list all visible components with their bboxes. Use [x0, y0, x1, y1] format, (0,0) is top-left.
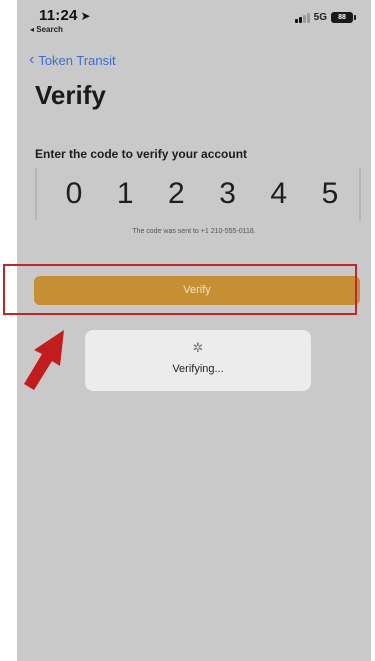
spinner-icon: ✲ — [192, 340, 204, 355]
status-time-text: 11:24 — [39, 7, 78, 24]
code-digit: 5 — [321, 177, 339, 210]
signal-icon — [294, 12, 310, 23]
code-digit: 4 — [270, 177, 288, 210]
nav-back-label: Token Transit — [38, 52, 116, 68]
network-type: 5G — [313, 12, 327, 23]
code-digit: 2 — [168, 177, 185, 210]
toast-text: Verifying... — [172, 363, 224, 375]
status-time: 11:24 ➤ — [39, 7, 91, 24]
page-title: Verify — [35, 80, 106, 110]
instructions-text: Enter the code to verify your account — [35, 147, 248, 161]
code-digit: 3 — [219, 177, 236, 210]
location-arrow-icon: ➤ — [80, 9, 91, 23]
code-sent-note: The code was sent to +1 210-555-0118. — [132, 228, 256, 235]
battery-icon: 88 — [331, 12, 356, 23]
code-digit: 0 — [65, 177, 83, 210]
verifying-toast: ✲ Verifying... — [85, 330, 311, 391]
status-indicators: 5G 88 — [294, 12, 356, 23]
back-to-search-link[interactable]: ◂ Search — [30, 25, 63, 34]
status-bar: 11:24 ➤ ◂ Search 5G 88 — [17, 0, 371, 44]
red-arrow-icon — [24, 330, 64, 390]
highlight-annotation-box — [3, 264, 357, 315]
chevron-left-icon: ‹ — [29, 51, 35, 68]
code-digit: 1 — [116, 177, 134, 210]
code-input[interactable]: 0 1 2 3 4 5 — [35, 168, 361, 220]
nav-back-button[interactable]: ‹ Token Transit — [29, 52, 116, 68]
